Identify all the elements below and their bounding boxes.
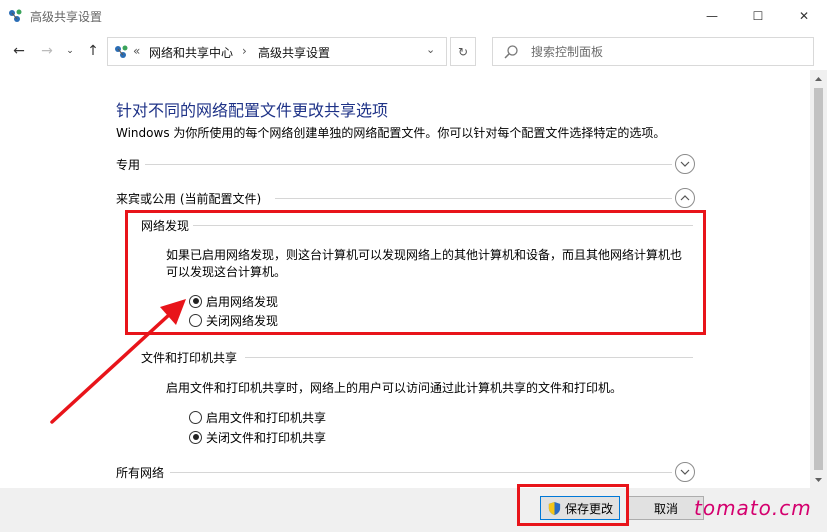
page-title: 针对不同的网络配置文件更改共享选项 <box>116 101 389 120</box>
network-sharing-icon <box>9 9 22 22</box>
close-icon: ✕ <box>798 9 810 23</box>
profile-all-networks-header[interactable]: 所有网络 <box>116 464 164 481</box>
page-description: Windows 为你所使用的每个网络创建单独的网络配置文件。你可以针对每个配置文… <box>116 126 666 140</box>
maximize-button[interactable]: ☐ <box>735 0 781 32</box>
divider <box>145 164 672 165</box>
chevron-down-icon: ⌄ <box>66 46 74 56</box>
minimize-button[interactable]: — <box>689 0 735 32</box>
up-button[interactable]: ↑ <box>82 40 104 62</box>
arrow-up-icon: ↑ <box>87 43 99 59</box>
option-label: 关闭文件和打印机共享 <box>206 430 327 445</box>
address-bar[interactable]: « 网络和共享中心 › 高级共享设置 ⌄ <box>107 37 447 66</box>
navigation-bar: ← → ⌄ ↑ « 网络和共享中心 › 高级共享设置 ⌄ ↻ <box>0 32 827 70</box>
option-label: 启用文件和打印机共享 <box>206 410 327 425</box>
arrow-left-icon: ← <box>13 43 25 59</box>
scroll-thumb[interactable] <box>814 88 823 470</box>
profile-private-header[interactable]: 专用 <box>116 156 140 173</box>
breadcrumb-network-center[interactable]: 网络和共享中心 <box>149 44 233 61</box>
divider <box>170 472 672 473</box>
triangle-down-icon <box>815 477 822 482</box>
highlight-box-save-button <box>517 484 629 526</box>
file-printer-sharing-header: 文件和打印机共享 <box>141 351 238 365</box>
network-sharing-icon <box>115 45 128 58</box>
radio-button-checked[interactable] <box>189 430 202 444</box>
forward-button[interactable]: → <box>36 40 58 62</box>
expand-all-networks-button[interactable] <box>675 462 695 482</box>
divider <box>275 198 672 199</box>
turn-off-file-sharing-option[interactable]: 关闭文件和打印机共享 <box>189 428 326 446</box>
scroll-down-button[interactable] <box>810 471 827 488</box>
minimize-icon: — <box>706 9 718 23</box>
back-button[interactable]: ← <box>8 40 30 62</box>
highlight-box-network-discovery <box>125 210 706 335</box>
profile-public-header[interactable]: 来宾或公用 (当前配置文件) <box>116 190 261 207</box>
scroll-up-button[interactable] <box>810 70 827 87</box>
chevron-down-icon <box>680 161 690 167</box>
refresh-icon: ↻ <box>457 44 469 59</box>
expand-private-button[interactable] <box>675 154 695 174</box>
turn-on-file-sharing-option[interactable]: 启用文件和打印机共享 <box>189 408 326 426</box>
address-dropdown-icon[interactable]: ⌄ <box>426 43 435 56</box>
search-box[interactable] <box>492 37 814 66</box>
breadcrumb-separator-icon[interactable]: › <box>242 44 247 58</box>
window-title: 高级共享设置 <box>30 10 103 24</box>
file-printer-sharing-description: 启用文件和打印机共享时，网络上的用户可以访问通过此计算机共享的文件和打印机。 <box>166 381 623 395</box>
address-overflow-icon[interactable]: « <box>133 44 140 58</box>
close-button[interactable]: ✕ <box>781 0 827 32</box>
cancel-button[interactable]: 取消 <box>628 496 704 520</box>
arrow-right-icon: → <box>41 43 53 59</box>
search-input[interactable] <box>531 38 801 65</box>
maximize-icon: ☐ <box>752 9 764 23</box>
chevron-up-icon <box>680 195 690 201</box>
collapse-public-button[interactable] <box>675 188 695 208</box>
chevron-down-icon <box>680 469 690 475</box>
watermark-text: tomato.cm <box>694 496 812 520</box>
radio-button[interactable] <box>189 410 202 424</box>
refresh-button[interactable]: ↻ <box>450 37 476 66</box>
search-icon <box>504 45 518 59</box>
triangle-up-icon <box>815 76 822 81</box>
divider <box>245 357 693 358</box>
recent-locations-button[interactable]: ⌄ <box>62 40 78 62</box>
breadcrumb-advanced-sharing[interactable]: 高级共享设置 <box>258 44 330 61</box>
vertical-scrollbar[interactable] <box>810 70 827 488</box>
title-bar: 高级共享设置 — ☐ ✕ <box>0 0 827 32</box>
